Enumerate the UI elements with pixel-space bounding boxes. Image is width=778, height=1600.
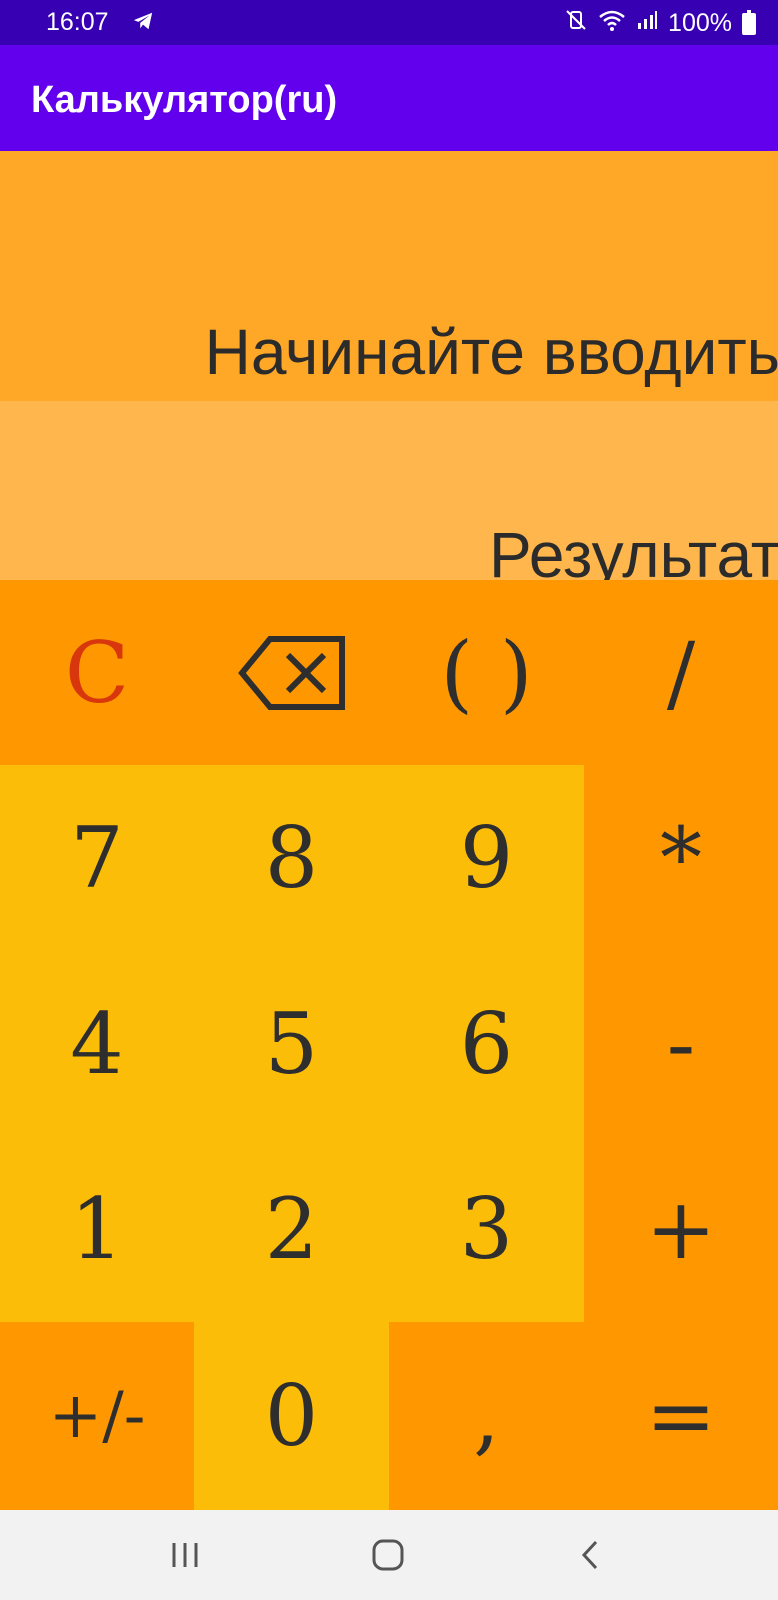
wifi-icon [598, 8, 626, 39]
home-button[interactable] [358, 1530, 418, 1580]
digit-7-button[interactable]: 7 [0, 765, 194, 951]
keypad: C ( ) / 7 8 9 * 4 5 6 - 1 2 3 + +/- 0 , … [0, 580, 778, 1510]
battery-percent: 100% [668, 9, 732, 37]
sign-toggle-button[interactable]: +/- [0, 1322, 194, 1510]
input-text: Начинайте вводить [204, 316, 778, 388]
app-title: Калькулятор(ru) [31, 79, 338, 121]
home-icon [372, 1539, 404, 1571]
multiply-button[interactable]: * [584, 765, 778, 951]
status-bar: 16:07 100% [0, 0, 778, 45]
digit-9-button[interactable]: 9 [389, 765, 584, 951]
app-bar: Калькулятор(ru) [0, 45, 778, 151]
status-right-group: 100% [564, 8, 756, 39]
minus-button[interactable]: - [584, 951, 778, 1136]
digit-3-button[interactable]: 3 [389, 1136, 584, 1322]
clear-button[interactable]: C [0, 580, 194, 765]
digit-8-button[interactable]: 8 [194, 765, 389, 951]
result-text: Результат [488, 519, 778, 580]
comma-button[interactable]: , [389, 1322, 584, 1510]
digit-2-button[interactable]: 2 [194, 1136, 389, 1322]
digit-0-button[interactable]: 0 [194, 1322, 389, 1510]
backspace-button[interactable] [194, 580, 389, 765]
equals-button[interactable]: = [584, 1322, 778, 1510]
input-display: Начинайте вводить [0, 151, 778, 401]
backspace-icon [237, 635, 345, 710]
navigation-bar [0, 1510, 778, 1600]
plus-button[interactable]: + [584, 1136, 778, 1322]
divide-button[interactable]: / [584, 580, 778, 765]
back-button[interactable] [560, 1530, 620, 1580]
battery-icon [742, 9, 756, 35]
digit-4-button[interactable]: 4 [0, 951, 194, 1136]
recent-apps-button[interactable] [155, 1530, 215, 1580]
signal-icon [636, 9, 658, 38]
digit-6-button[interactable]: 6 [389, 951, 584, 1136]
digit-1-button[interactable]: 1 [0, 1136, 194, 1322]
digit-5-button[interactable]: 5 [194, 951, 389, 1136]
parentheses-button[interactable]: ( ) [389, 580, 584, 765]
mute-vibrate-icon [564, 8, 588, 39]
status-time: 16:07 [46, 8, 109, 36]
recent-apps-icon [172, 1543, 198, 1567]
result-display: Результат [0, 401, 778, 580]
telegram-icon [132, 10, 154, 39]
back-icon [581, 1540, 598, 1570]
